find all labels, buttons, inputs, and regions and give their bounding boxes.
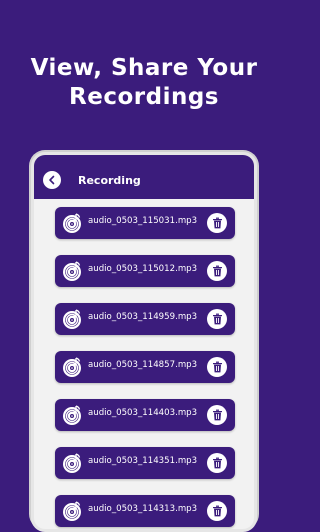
trash-icon <box>212 265 222 277</box>
music-disc-icon <box>63 405 81 425</box>
status-bar <box>34 155 254 165</box>
headline-line-1: View, Share Your <box>30 55 258 81</box>
trash-icon <box>212 457 222 469</box>
delete-button[interactable] <box>207 453 227 473</box>
recording-filename: audio_0503_115031.mp3 <box>88 216 198 226</box>
recording-filename: audio_0503_114403.mp3 <box>88 408 198 418</box>
music-disc-icon <box>63 357 81 377</box>
delete-button[interactable] <box>207 261 227 281</box>
phone-screen: Recording audio_0503_115031.mp3 audio_05… <box>31 152 257 532</box>
delete-button[interactable] <box>207 213 227 233</box>
recording-item[interactable]: audio_0503_115031.mp3 <box>55 207 235 239</box>
music-disc-icon <box>63 453 81 473</box>
delete-button[interactable] <box>207 309 227 329</box>
music-disc-icon <box>63 501 81 521</box>
trash-icon <box>212 217 222 229</box>
recording-item[interactable]: audio_0503_114351.mp3 <box>55 447 235 479</box>
delete-button[interactable] <box>207 357 227 377</box>
music-disc-icon <box>63 309 81 329</box>
recording-filename: audio_0503_115012.mp3 <box>88 264 198 274</box>
recording-filename: audio_0503_114959.mp3 <box>88 312 198 322</box>
recording-item[interactable]: audio_0503_114959.mp3 <box>55 303 235 335</box>
recording-item[interactable]: audio_0503_114313.mp3 <box>55 495 235 527</box>
back-button[interactable] <box>43 171 61 189</box>
recording-item[interactable]: audio_0503_114403.mp3 <box>55 399 235 431</box>
delete-button[interactable] <box>207 501 227 521</box>
recording-filename: audio_0503_114313.mp3 <box>88 504 198 514</box>
music-disc-icon <box>63 213 81 233</box>
recording-filename: audio_0503_114857.mp3 <box>88 360 198 370</box>
recording-item[interactable]: audio_0503_114857.mp3 <box>55 351 235 383</box>
music-disc-icon <box>63 261 81 281</box>
trash-icon <box>212 313 222 325</box>
recording-item[interactable]: audio_0503_115012.mp3 <box>55 255 235 287</box>
trash-icon <box>212 409 222 421</box>
headline-line-2: Recordings <box>69 84 219 110</box>
trash-icon <box>212 361 222 373</box>
recording-filename: audio_0503_114351.mp3 <box>88 456 198 466</box>
app-bar: Recording <box>34 165 254 199</box>
delete-button[interactable] <box>207 405 227 425</box>
trash-icon <box>212 505 222 517</box>
arrow-left-icon <box>49 175 55 185</box>
page-title: Recording <box>78 174 141 187</box>
